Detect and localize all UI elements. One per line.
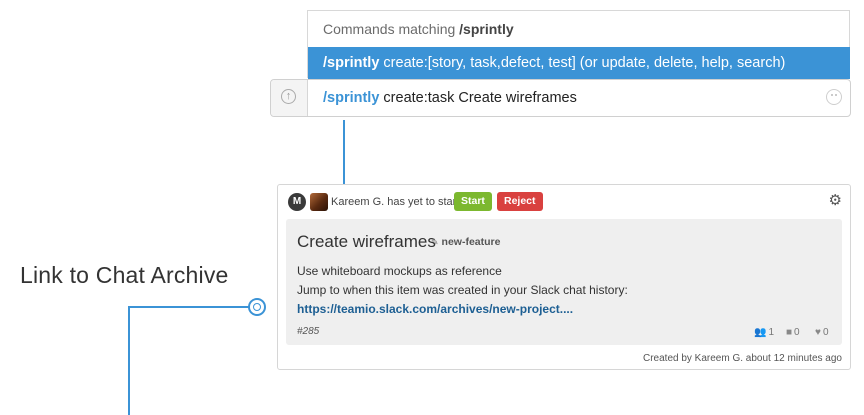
tag-icon: ✎ xyxy=(431,237,439,247)
created-by-text: Created by Kareem G. about 12 minutes ag… xyxy=(642,353,842,364)
item-description: Jump to when this item was created in yo… xyxy=(297,283,628,297)
upload-button[interactable]: ↑ xyxy=(271,80,308,116)
card-header: M Kareem G. has yet to start. Start Reje… xyxy=(278,185,850,219)
comments-count-value: 0 xyxy=(794,327,800,338)
upload-arrow-icon: ↑ xyxy=(281,89,296,104)
autocomplete-header-query: /sprintly xyxy=(459,21,514,37)
gear-icon[interactable]: ⚙ xyxy=(829,191,842,209)
card-body: Create wireframes ✎ new-feature Use white… xyxy=(286,219,842,345)
watchers-count[interactable]: 👥 1 xyxy=(754,327,774,338)
status-text: Kareem G. has yet to start. xyxy=(331,196,463,208)
watchers-count-value: 1 xyxy=(768,327,775,338)
message-input[interactable]: ↑ /sprintly create:task Create wireframe… xyxy=(270,79,851,117)
heart-icon: ♥ xyxy=(815,327,821,338)
tag-label: new-feature xyxy=(441,236,501,248)
likes-count-value: 0 xyxy=(822,327,829,338)
reject-button[interactable]: Reject xyxy=(497,192,543,211)
sprintly-item-card: M Kareem G. has yet to start. Start Reje… xyxy=(277,184,851,370)
chat-archive-link[interactable]: https://teamio.slack.com/archives/new-pr… xyxy=(297,302,573,316)
message-args: create:task Create wireframes xyxy=(379,90,577,106)
annotation-label: Link to Chat Archive xyxy=(20,262,229,288)
avatar[interactable]: M xyxy=(288,193,306,211)
autocomplete-header: Commands matching /sprintly xyxy=(308,11,849,48)
command-autocomplete: Commands matching /sprintly /sprintly cr… xyxy=(307,10,850,79)
connector-line xyxy=(128,306,250,308)
comments-count[interactable]: ■ 0 xyxy=(786,327,800,338)
smiley-icon[interactable] xyxy=(826,89,842,105)
likes-count[interactable]: ♥ 0 xyxy=(815,327,829,338)
start-button[interactable]: Start xyxy=(454,192,492,211)
item-description: Use whiteboard mockups as reference xyxy=(297,264,502,278)
avatar[interactable] xyxy=(310,193,328,211)
connector-line xyxy=(128,306,130,415)
comment-icon: ■ xyxy=(786,327,793,338)
option-description: create:[story, task,defect, test] (or up… xyxy=(379,55,786,71)
message-command: /sprintly xyxy=(323,90,380,106)
autocomplete-option[interactable]: /sprintly create:[story, task,defect, te… xyxy=(308,47,850,79)
item-title[interactable]: Create wireframes xyxy=(297,232,436,252)
autocomplete-header-prefix: Commands matching xyxy=(323,21,460,37)
option-command: /sprintly xyxy=(323,55,380,71)
users-icon: 👥 xyxy=(754,327,767,338)
message-text[interactable]: /sprintly create:task Create wireframes xyxy=(323,80,577,116)
connector-endpoint xyxy=(248,298,266,316)
item-number[interactable]: #285 xyxy=(297,326,319,337)
connector-line xyxy=(343,120,345,184)
item-tag[interactable]: ✎ new-feature xyxy=(431,236,500,248)
